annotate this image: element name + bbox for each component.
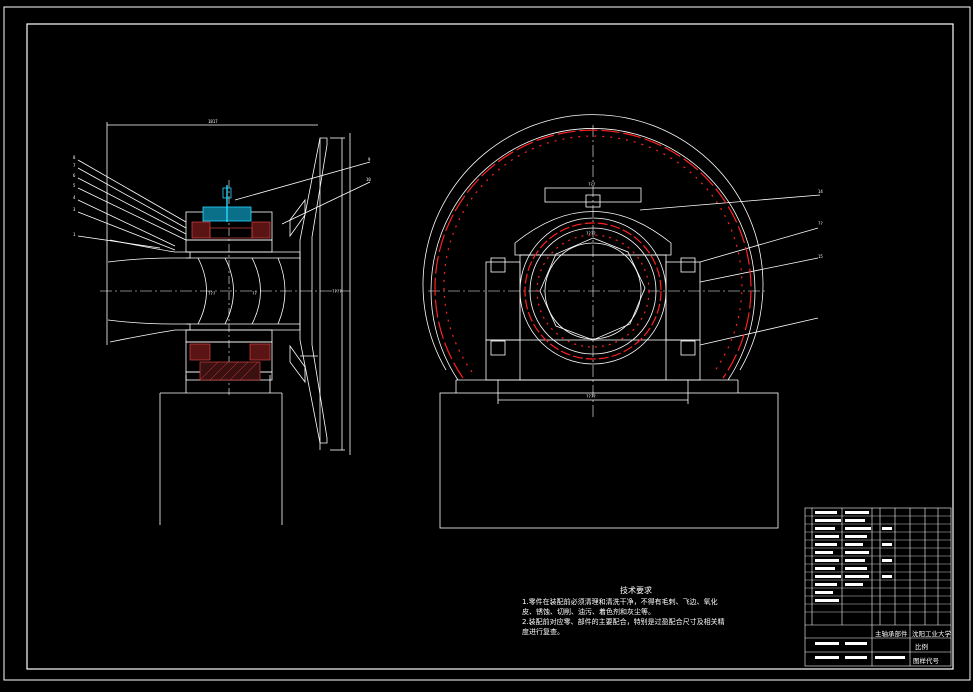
inner-border	[26, 23, 954, 670]
callout-right-2: ??	[818, 221, 823, 226]
title-block-school: 沈阳工业大学	[912, 630, 951, 638]
tech-req-body: 1.零件在装配前必须清理和清洗干净，不得有毛刺、飞边、氧化 皮、锈蚀、切削、油污…	[522, 597, 772, 637]
title-block-rows	[805, 515, 951, 613]
callout-3: 3	[73, 207, 76, 212]
tech-req-line: 2.装配前对应零、部件的主要配合，特别是过盈配合尺寸及相关精	[522, 618, 725, 626]
dim-rear-height: ????	[332, 289, 342, 294]
cad-drawing: 1817 ??? ?? ???? 8 7 6 5 4 3 1 9 10 ??? …	[3, 6, 971, 681]
tech-req-title: 技术要求	[620, 586, 652, 595]
lube-fitting	[202, 185, 252, 222]
dim-bore: ???	[208, 291, 216, 296]
dim-front-top: ???	[588, 182, 596, 187]
callout-7: 7	[73, 163, 76, 168]
callout-5: 5	[73, 183, 76, 188]
tech-req-line: 度进行复查。	[522, 628, 564, 636]
dim-front-bearing-span: ????	[586, 231, 596, 236]
dim-overall-length: 1817	[208, 119, 218, 124]
title-block-scale-label: 比例	[915, 643, 928, 651]
right-dimension-text: ??? ???? ???? 14 ?? 15	[586, 182, 823, 399]
callout-8: 8	[73, 155, 76, 160]
left-callouts: 8 7 6 5 4 3 1 9 10	[73, 155, 371, 237]
callout-6: 6	[73, 173, 76, 178]
tech-req-line: 1.零件在装配前必须清理和清洗干净，不得有毛刺、飞边、氧化	[522, 598, 718, 606]
callout-15: 15	[818, 254, 823, 259]
callout-9: 9	[368, 157, 371, 162]
tech-req-line: 皮、锈蚀、切削、油污、着色剂和灰尘等。	[522, 608, 655, 616]
title-block-drawing-name: 主轴承部件	[875, 630, 908, 638]
dim-shaft: ??	[252, 291, 257, 296]
callout-1: 1	[73, 232, 76, 237]
left-section-view	[77, 122, 371, 525]
callout-10: 10	[366, 177, 371, 182]
dim-front-base-width: ????	[586, 394, 596, 399]
bearing-section-hatch	[189, 221, 271, 381]
callout-14: 14	[818, 189, 823, 194]
title-block-code-label: 图样代号	[913, 657, 939, 665]
outer-border	[3, 6, 971, 681]
callout-4: 4	[73, 195, 76, 200]
right-end-view	[422, 114, 821, 529]
